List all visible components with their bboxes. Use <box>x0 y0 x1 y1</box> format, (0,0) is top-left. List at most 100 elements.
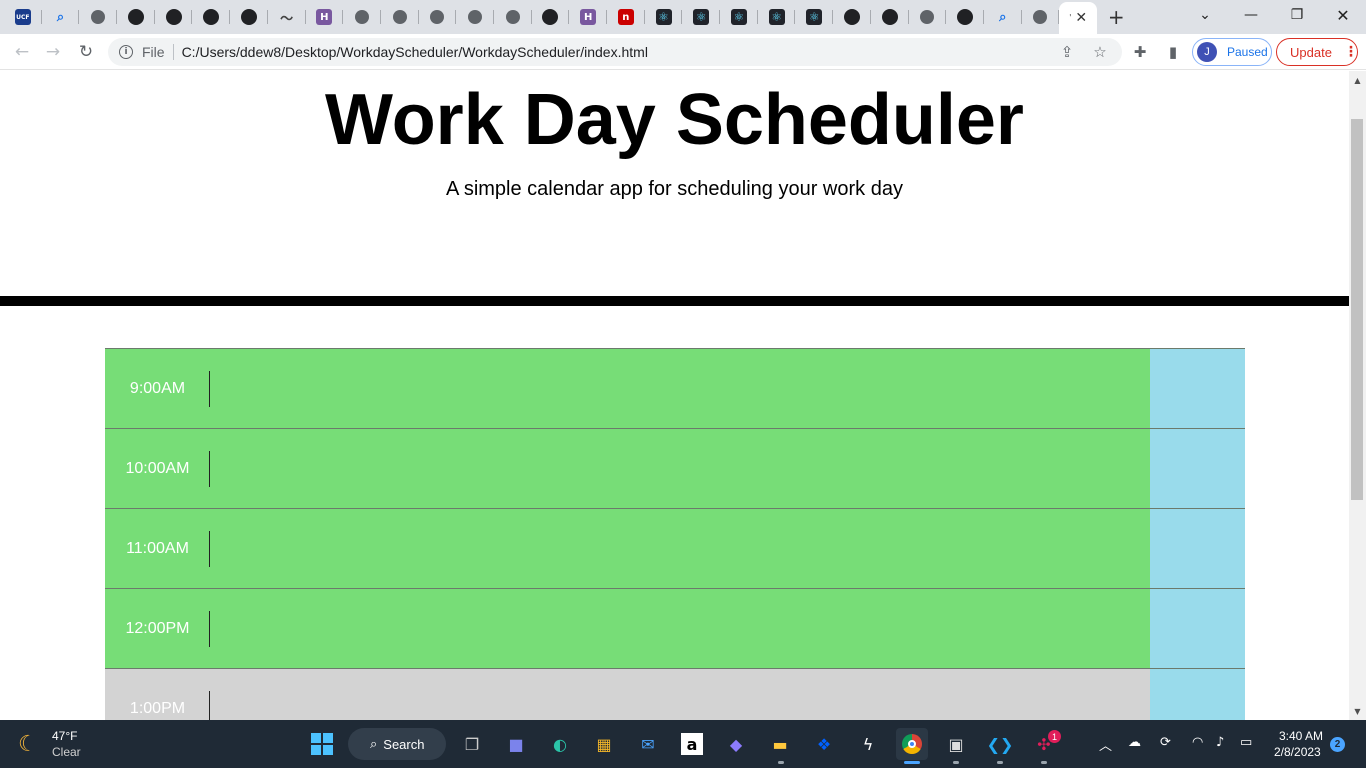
browser-tab[interactable]: ⚛ <box>720 0 758 34</box>
address-bar[interactable]: i File C:/Users/ddew8/Desktop/WorkdaySch… <box>108 38 1122 66</box>
browser-tab[interactable] <box>79 0 117 34</box>
bolt-app-icon[interactable]: ϟ <box>852 728 884 760</box>
browser-tab[interactable]: ⚛ <box>795 0 833 34</box>
profile-button[interactable]: J Paused <box>1192 38 1272 66</box>
browser-tab[interactable] <box>343 0 381 34</box>
clock-time[interactable]: 3:40 AM <box>1279 729 1323 743</box>
github-icon <box>843 9 860 25</box>
browser-tab[interactable]: n <box>607 0 645 34</box>
event-description-input[interactable] <box>210 589 1150 669</box>
bookmark-star-icon[interactable]: ☆ <box>1091 43 1109 61</box>
scroll-thumb[interactable] <box>1351 119 1363 500</box>
vscode-icon[interactable]: ❮❯ <box>984 728 1016 760</box>
update-button[interactable]: Update ⋮ <box>1276 38 1358 66</box>
forward-arrow-icon[interactable]: → <box>38 37 68 67</box>
wifi-icon[interactable]: ◠ <box>1192 735 1203 750</box>
save-button[interactable] <box>1150 589 1245 669</box>
page-scrollbar[interactable]: ▲ ▼ <box>1349 71 1366 720</box>
globe-icon <box>468 10 483 24</box>
taskbar-search-button[interactable]: ⌕ Search <box>348 728 446 760</box>
react-icon: ⚛ <box>768 9 785 25</box>
weather-condition[interactable]: Clear <box>52 745 81 759</box>
browser-tab[interactable] <box>230 0 268 34</box>
browser-tab[interactable] <box>1022 0 1060 34</box>
save-button[interactable] <box>1150 349 1245 429</box>
amazon-icon[interactable]: a <box>676 728 708 760</box>
event-description-input[interactable] <box>210 349 1150 429</box>
save-button[interactable] <box>1150 429 1245 509</box>
side-panel-icon[interactable]: ▮ <box>1164 43 1182 61</box>
react-icon: ⚛ <box>655 9 672 25</box>
browser-tab[interactable] <box>456 0 494 34</box>
event-description-input[interactable] <box>210 669 1150 720</box>
globe-icon <box>1033 10 1048 24</box>
scroll-up-icon[interactable]: ▲ <box>1349 73 1366 87</box>
browser-tab[interactable] <box>155 0 193 34</box>
browser-tab[interactable]: ⚛ <box>758 0 796 34</box>
browser-tab[interactable] <box>117 0 155 34</box>
close-window-button[interactable]: ✕ <box>1320 0 1366 30</box>
weather-temp[interactable]: 47°F <box>52 729 77 743</box>
event-description-input[interactable] <box>210 509 1150 589</box>
battery-icon[interactable]: ▭ <box>1240 735 1252 750</box>
hour-label: 11:00AM <box>105 509 210 589</box>
browser-tab[interactable]: ⚛ <box>682 0 720 34</box>
site-info-icon[interactable]: i <box>119 45 133 59</box>
event-description-input[interactable] <box>210 429 1150 509</box>
browser-tab[interactable] <box>494 0 532 34</box>
browser-tab[interactable]: ⌕ <box>984 0 1022 34</box>
browser-tab[interactable] <box>946 0 984 34</box>
copilot-icon[interactable]: ◆ <box>720 728 752 760</box>
browser-tab[interactable] <box>192 0 230 34</box>
terminal-icon[interactable]: ▣ <box>940 728 972 760</box>
chrome-icon[interactable] <box>896 728 928 760</box>
task-view-icon[interactable]: ❐ <box>456 728 488 760</box>
share-icon[interactable]: ⇪ <box>1058 43 1076 61</box>
tab-search-chevron-icon[interactable]: ⌄ <box>1182 0 1228 30</box>
browser-tab[interactable] <box>909 0 947 34</box>
globe-icon <box>355 10 370 24</box>
dropbox-icon[interactable]: ❖ <box>808 728 840 760</box>
start-icon[interactable] <box>306 728 338 760</box>
save-button[interactable] <box>1150 509 1245 589</box>
vscode-running-indicator <box>997 761 1003 764</box>
browser-tab[interactable]: ⚛ <box>645 0 683 34</box>
mail-icon[interactable]: ✉ <box>632 728 664 760</box>
store-icon[interactable]: ▦ <box>588 728 620 760</box>
browser-tab[interactable] <box>833 0 871 34</box>
menu-dots-icon[interactable]: ⋮ <box>1344 44 1358 60</box>
cloud-icon[interactable]: ☁ <box>1128 735 1141 750</box>
reload-icon[interactable]: ↻ <box>71 37 101 67</box>
chrome-active-indicator <box>904 761 920 764</box>
close-tab-icon[interactable]: ✕ <box>1075 10 1087 26</box>
new-tab-button[interactable]: + <box>1097 0 1135 34</box>
browser-tab[interactable] <box>532 0 570 34</box>
browser-tab[interactable]: UCF <box>4 0 42 34</box>
globe-icon <box>505 10 520 24</box>
back-arrow-icon[interactable]: ← <box>7 37 37 67</box>
browser-tab[interactable] <box>381 0 419 34</box>
file-explorer-icon[interactable]: ▬ <box>764 728 796 760</box>
restore-button[interactable]: ❐ <box>1274 0 1320 30</box>
url-text[interactable]: C:/Users/ddew8/Desktop/WorkdayScheduler/… <box>182 44 648 60</box>
scroll-down-icon[interactable]: ▼ <box>1349 704 1366 718</box>
moon-weather-icon[interactable]: ☾ <box>18 732 38 757</box>
browser-tab[interactable]: H <box>569 0 607 34</box>
edge-icon[interactable]: ◐ <box>544 728 576 760</box>
notification-badge[interactable]: 2 <box>1330 737 1345 752</box>
save-button[interactable] <box>1150 669 1245 720</box>
teams-chat-icon[interactable]: ■ <box>500 728 532 760</box>
minimize-button[interactable]: — <box>1228 0 1274 30</box>
browser-tab[interactable]: 〜 <box>268 0 306 34</box>
extensions-icon[interactable]: ✚ <box>1131 43 1149 61</box>
sync-icon[interactable]: ⟳ <box>1160 735 1171 750</box>
browser-tab[interactable]: H <box>306 0 344 34</box>
browser-tab[interactable]: ⌕ <box>42 0 80 34</box>
tab-strip: UCF ⌕ 〜 H Hn ⚛ ⚛ ⚛ ⚛ ⚛ ⌕ ' ✕ + <box>0 0 1366 34</box>
volume-icon[interactable]: ♪ <box>1216 735 1224 750</box>
clock-date[interactable]: 2/8/2023 <box>1274 745 1321 759</box>
browser-tab[interactable] <box>419 0 457 34</box>
chevron-up-icon[interactable]: ︿ <box>1099 735 1112 754</box>
active-tab[interactable]: ' ✕ <box>1059 2 1098 34</box>
browser-tab[interactable] <box>871 0 909 34</box>
